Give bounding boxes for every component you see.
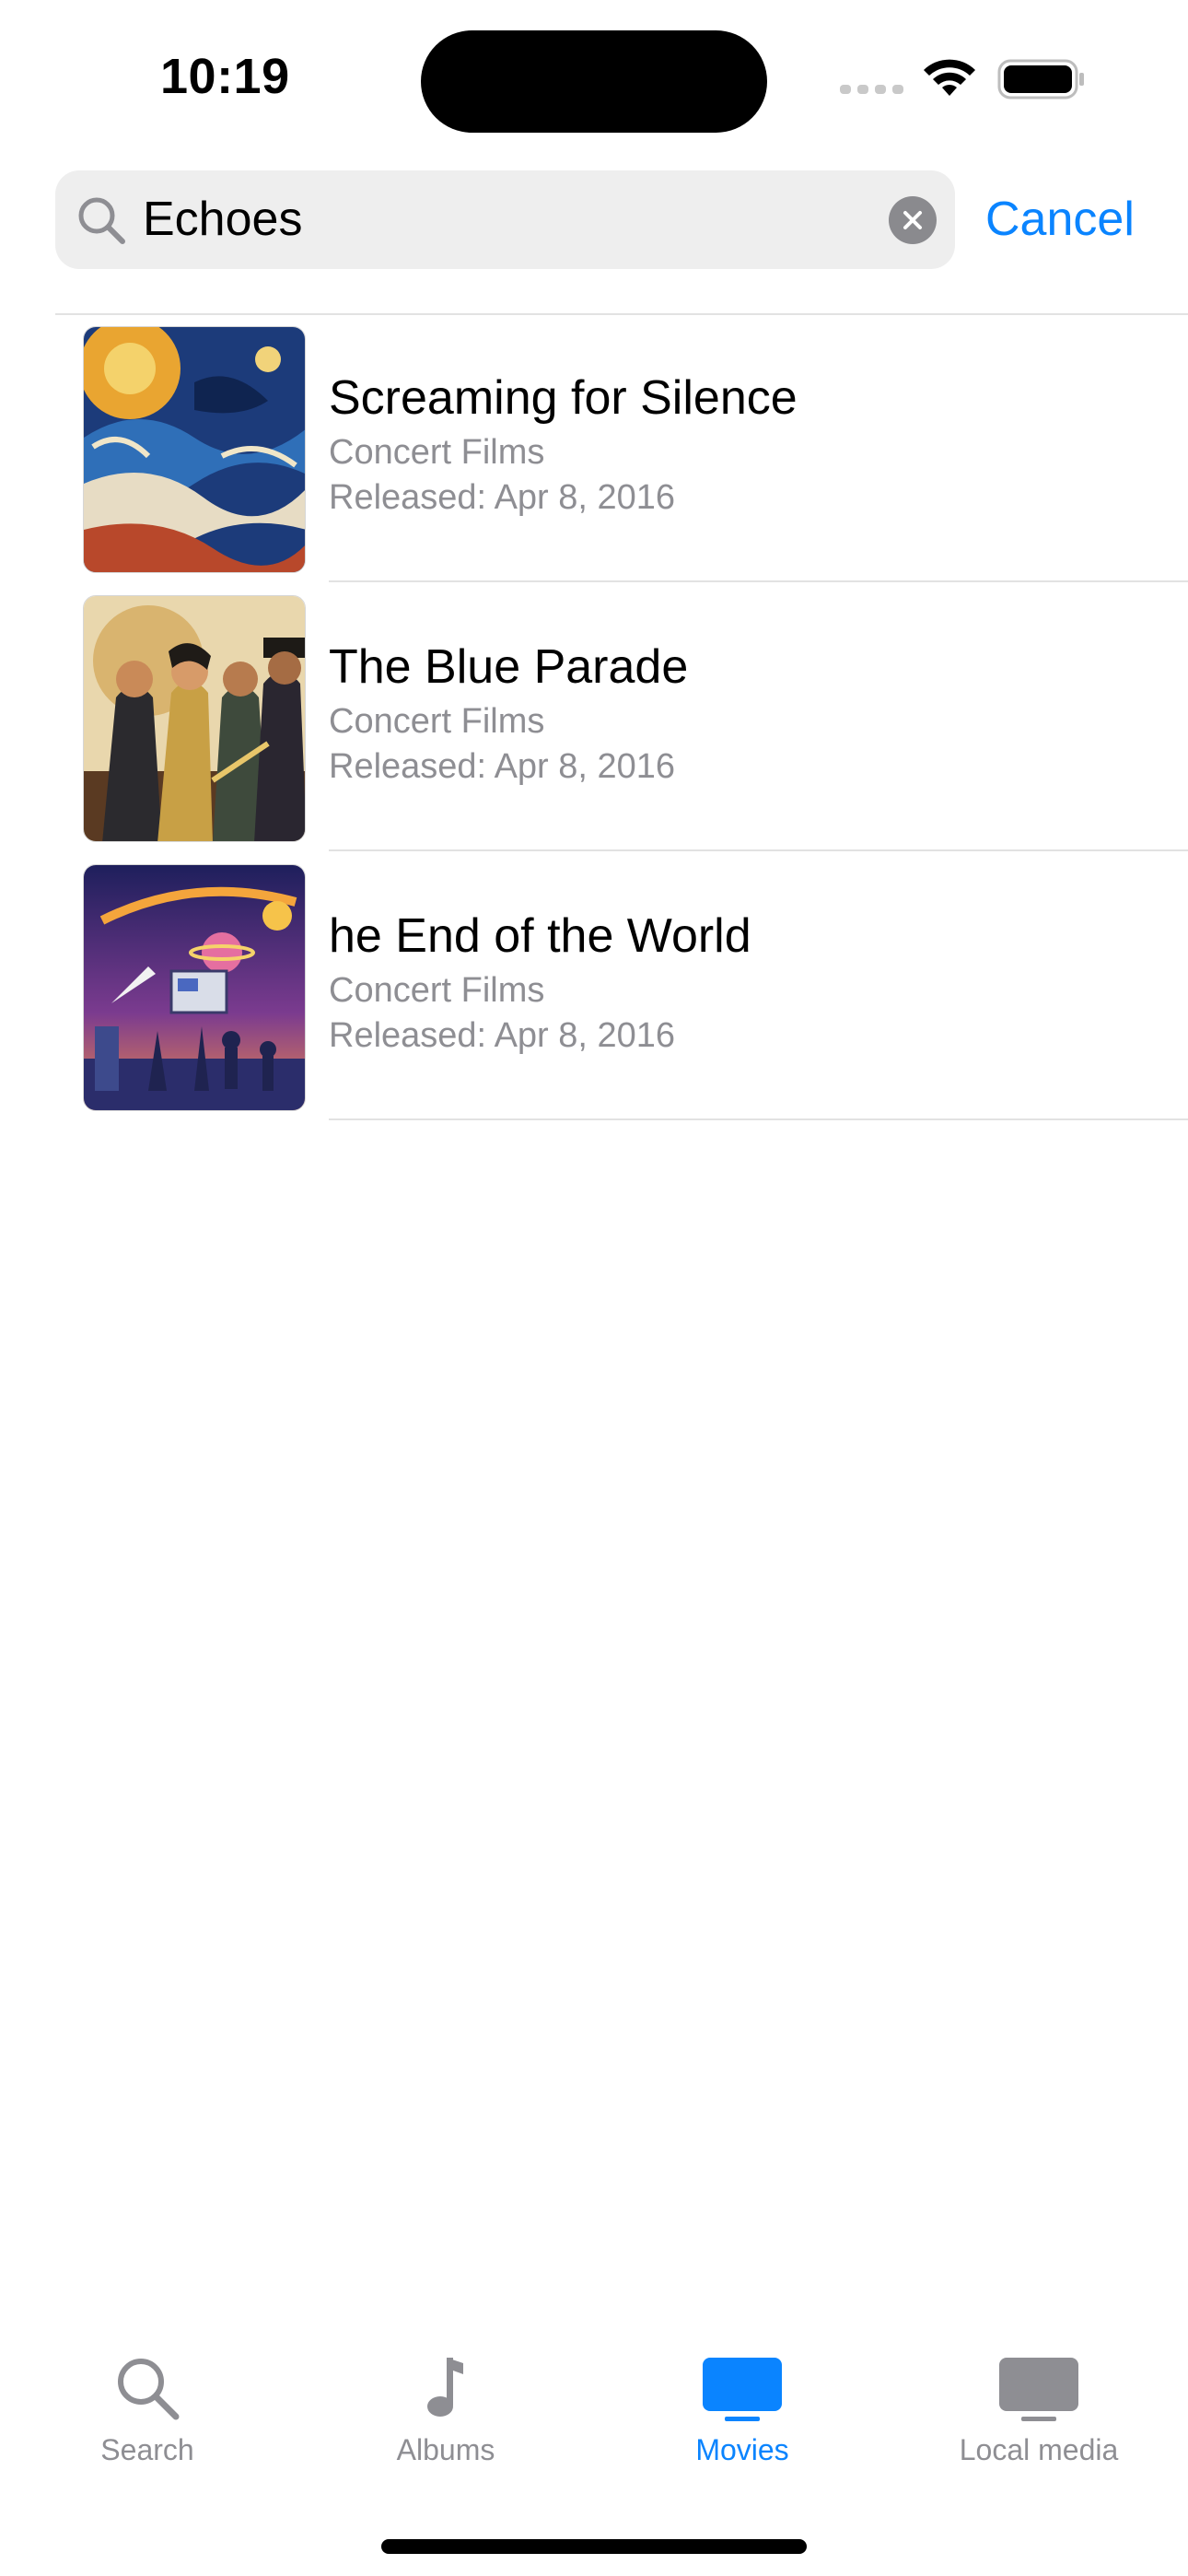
clear-search-button[interactable] <box>889 196 937 244</box>
movie-title: he End of the World <box>329 909 751 963</box>
movie-release-date: Released: Apr 8, 2016 <box>329 747 676 786</box>
app-screen: 10:19 Cancel <box>0 0 1188 2576</box>
tv-icon <box>703 2358 782 2421</box>
cellular-signal-icon <box>840 85 903 94</box>
tab-label: Local media <box>959 2433 1119 2466</box>
search-icon <box>118 2359 180 2420</box>
close-icon <box>903 211 922 229</box>
home-indicator[interactable] <box>381 2539 807 2554</box>
tab-label: Albums <box>396 2433 495 2466</box>
movie-category: Concert Films <box>329 702 545 741</box>
cancel-button[interactable]: Cancel <box>985 189 1135 250</box>
movie-title: The Blue Parade <box>329 640 689 694</box>
result-row[interactable]: The Blue Parade Concert Films Released: … <box>0 584 1188 851</box>
row-divider <box>329 580 1188 582</box>
movie-title: Screaming for Silence <box>329 371 798 425</box>
result-row[interactable]: Screaming for Silence Concert Films Rele… <box>0 315 1188 582</box>
display-icon <box>999 2358 1078 2421</box>
search-bar[interactable] <box>55 170 955 269</box>
status-time: 10:19 <box>160 49 290 104</box>
wifi-icon <box>924 59 975 96</box>
row-divider <box>329 849 1188 851</box>
music-note-icon <box>427 2358 463 2417</box>
tab-movies[interactable]: Movies <box>627 2354 857 2483</box>
movie-release-date: Released: Apr 8, 2016 <box>329 1016 676 1055</box>
tab-label: Movies <box>695 2433 789 2466</box>
tab-search[interactable]: Search <box>32 2354 262 2483</box>
tab-albums[interactable]: Albums <box>331 2354 561 2483</box>
movie-artwork <box>83 864 306 1111</box>
battery-icon <box>997 59 1084 100</box>
result-row[interactable]: he End of the World Concert Films Releas… <box>0 853 1188 1120</box>
movie-release-date: Released: Apr 8, 2016 <box>329 478 676 517</box>
movie-artwork <box>83 326 306 573</box>
movie-artwork <box>83 595 306 842</box>
row-divider <box>329 1118 1188 1120</box>
search-icon <box>78 197 125 244</box>
dynamic-island <box>421 30 767 133</box>
movie-category: Concert Films <box>329 971 545 1010</box>
tab-local-media[interactable]: Local media <box>924 2354 1154 2483</box>
search-input[interactable] <box>143 170 879 269</box>
movie-category: Concert Films <box>329 433 545 472</box>
tab-label: Search <box>100 2433 194 2466</box>
